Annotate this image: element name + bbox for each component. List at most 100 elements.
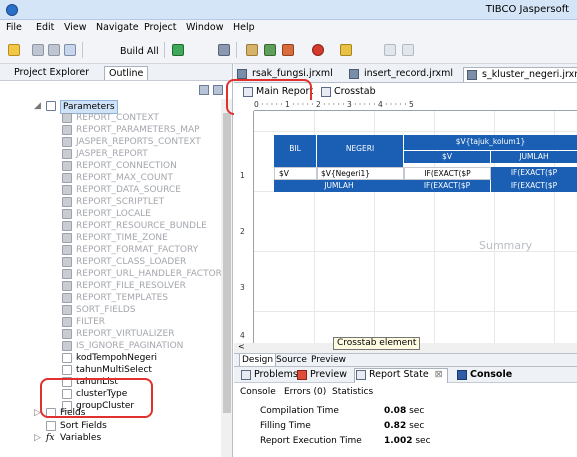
tree-param-item[interactable]: REPORT_VIRTUALIZER <box>0 328 220 340</box>
report-editor: rsak_fungsi.jrxml insert_record.jrxml s_… <box>226 64 577 457</box>
new-icon[interactable] <box>8 44 20 56</box>
outline-scrollbar[interactable] <box>221 99 232 457</box>
parameter-icon <box>62 305 72 315</box>
crosstab-total-row-cell[interactable]: IF(EXACT($P <box>404 180 490 192</box>
subtab-statistics[interactable]: Statistics <box>332 387 373 397</box>
report-icon[interactable] <box>246 44 258 56</box>
tree-param-item[interactable]: REPORT_DATA_SOURCE <box>0 184 220 196</box>
collapse-all-icon[interactable] <box>199 85 209 95</box>
tree-parameters[interactable]: ◢ Parameters <box>0 100 220 114</box>
annotation-icon[interactable] <box>340 44 352 56</box>
crosstab-header-bil[interactable]: BIL <box>274 135 316 167</box>
parameter-icon <box>62 125 72 135</box>
tree-variables[interactable]: ▷ fx Variables <box>0 432 220 444</box>
print-icon[interactable] <box>64 44 76 56</box>
tree-param-item[interactable]: REPORT_SCRIPTLET <box>0 196 220 208</box>
crosstab-column-header[interactable]: $V{tajuk_kolum1} <box>404 135 577 150</box>
crosstab-total-row-label[interactable]: JUMLAH <box>274 180 404 192</box>
tab-console[interactable]: Console <box>456 369 512 380</box>
tree-param-item[interactable]: REPORT_PARAMETERS_MAP <box>0 124 220 136</box>
back-icon[interactable] <box>384 44 396 56</box>
crosstab-row-negeri[interactable]: $V{Negeri1} <box>317 167 404 180</box>
debug-icon[interactable] <box>312 44 324 56</box>
expand-arrow-icon[interactable]: ▷ <box>34 432 41 444</box>
tree-param-item[interactable]: REPORT_TEMPLATES <box>0 292 220 304</box>
stat-value: 0.08 sec <box>384 406 425 416</box>
tree-param-item[interactable]: REPORT_TIME_ZONE <box>0 232 220 244</box>
crosstab-sub-jumlah[interactable]: JUMLAH <box>491 151 577 163</box>
tree-param-item[interactable]: REPORT_URL_HANDLER_FACTORY <box>0 268 227 280</box>
save-all-icon[interactable] <box>48 44 60 56</box>
subtab-errors[interactable]: Errors (0) <box>284 387 326 397</box>
parameter-icon <box>62 353 72 363</box>
tree-param-item[interactable]: SORT_FIELDS <box>0 304 220 316</box>
view-menu-icon[interactable] <box>213 85 223 95</box>
server-icon[interactable] <box>218 44 230 56</box>
run-icon[interactable] <box>172 44 184 56</box>
menu-edit[interactable]: Edit <box>36 22 54 33</box>
app-icon <box>6 4 18 16</box>
dataset-icon[interactable] <box>264 44 276 56</box>
parameter-icon <box>62 161 72 171</box>
tab-report-state[interactable]: Report State ⊠ <box>354 368 448 383</box>
tree-user-param[interactable]: kodTempohNegeri <box>0 352 220 364</box>
parameter-icon <box>62 245 72 255</box>
build-all-button[interactable]: Build All <box>120 46 159 57</box>
tree-user-param[interactable]: tahunMultiSelect <box>0 364 220 376</box>
parameter-icon <box>62 329 72 339</box>
parameter-icon <box>62 197 72 207</box>
parameter-icon <box>62 269 72 279</box>
tree-param-item[interactable]: REPORT_CLASS_LOADER <box>0 256 220 268</box>
forward-icon[interactable] <box>402 44 414 56</box>
crosstab-grand-total-cell[interactable]: IF(EXACT($P <box>491 180 577 192</box>
close-icon[interactable]: ⊠ <box>435 369 443 380</box>
tree-sort-fields[interactable]: Sort Fields <box>0 420 220 432</box>
menu-navigate[interactable]: Navigate <box>96 22 139 33</box>
save-icon[interactable] <box>32 44 44 56</box>
tree-param-item[interactable]: REPORT_CONNECTION <box>0 160 220 172</box>
crosstab-measure-cell[interactable]: IF(EXACT($P <box>404 167 491 180</box>
tree-param-item[interactable]: IS_IGNORE_PAGINATION <box>0 340 220 352</box>
tab-outline[interactable]: Outline <box>104 66 149 80</box>
crosstab-sub-v[interactable]: $V <box>404 151 490 163</box>
tab-problems[interactable]: Problems <box>240 369 298 380</box>
tab-file[interactable]: insert_record.jrxml <box>346 67 453 82</box>
parameter-icon <box>62 341 72 351</box>
toolbar-separator <box>164 42 165 58</box>
tree-param-item[interactable]: REPORT_CONTEXT <box>0 112 220 124</box>
menu-window[interactable]: Window <box>186 22 223 33</box>
tab-project-explorer[interactable]: Project Explorer <box>14 66 89 80</box>
tree-param-item[interactable]: JASPER_REPORT <box>0 148 220 160</box>
problems-icon <box>241 370 251 380</box>
tooltip: Crosstab element <box>333 337 421 350</box>
parameter-icon <box>62 293 72 303</box>
tree-param-item[interactable]: REPORT_LOCALE <box>0 208 220 220</box>
jrxml-file-icon <box>467 70 477 80</box>
scroll-left-icon[interactable]: < <box>238 342 245 351</box>
jrxml-file-icon <box>349 69 359 79</box>
wizard-icon[interactable] <box>282 44 294 56</box>
crosstab-header-negeri[interactable]: NEGERI <box>317 135 403 167</box>
toolbar-separator <box>236 42 237 58</box>
menu-project[interactable]: Project <box>144 22 177 33</box>
crosstab-row-bil[interactable]: $V <box>274 167 317 180</box>
report-state-icon <box>356 370 366 380</box>
menu-view[interactable]: View <box>64 22 87 33</box>
tab-file-active[interactable]: s_kluster_negeri.jrxml <box>463 67 577 82</box>
menu-file[interactable]: File <box>6 22 22 33</box>
tree-param-item[interactable]: REPORT_FILE_RESOLVER <box>0 280 220 292</box>
crosstab-total-col-cell[interactable]: IF(EXACT($P <box>491 167 577 180</box>
report-canvas[interactable]: BIL NEGERI $V{tajuk_kolum1} $V JUMLAH $V… <box>254 111 577 343</box>
tree-param-item[interactable]: REPORT_RESOURCE_BUNDLE <box>0 220 220 232</box>
tree-param-item[interactable]: REPORT_FORMAT_FACTORY <box>0 244 220 256</box>
expand-arrow-icon[interactable]: ◢ <box>34 100 41 112</box>
tree-param-item[interactable]: JASPER_REPORTS_CONTEXT <box>0 136 220 148</box>
stat-value: 1.002 sec <box>384 436 431 446</box>
tab-crosstab[interactable]: Crosstab <box>320 86 376 97</box>
tree-param-item[interactable]: REPORT_MAX_COUNT <box>0 172 220 184</box>
subtab-console[interactable]: Console <box>240 387 276 397</box>
tree-param-item[interactable]: FILTER <box>0 316 220 328</box>
menu-help[interactable]: Help <box>233 22 255 33</box>
scrollbar-thumb[interactable] <box>223 113 231 413</box>
tab-preview-view[interactable]: Preview <box>296 369 347 380</box>
